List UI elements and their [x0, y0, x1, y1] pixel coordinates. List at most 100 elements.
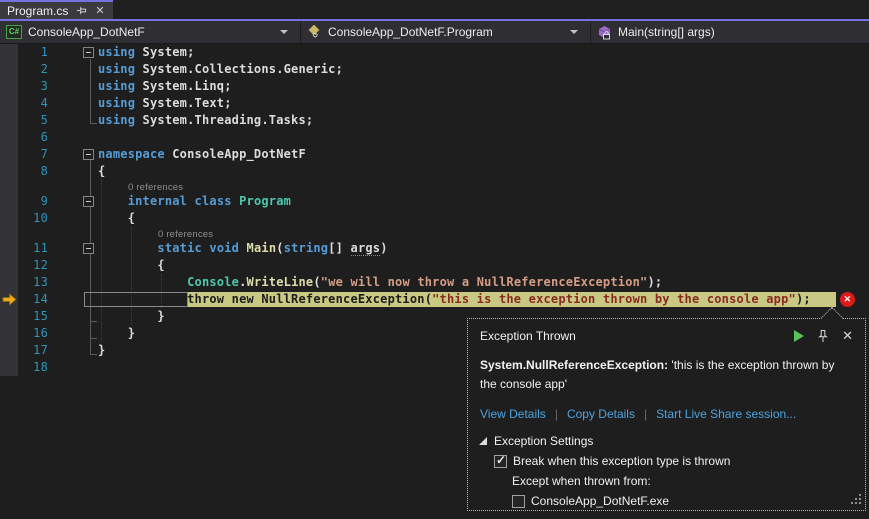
exception-settings-label: Exception Settings — [494, 434, 593, 448]
vs-editor-window: Program.cs ✕ C# ConsoleApp_DotNetF — [0, 0, 869, 519]
resize-grip[interactable] — [849, 492, 862, 508]
chevron-down-icon[interactable] — [570, 30, 578, 34]
line-number: 8 — [18, 163, 57, 180]
breakpoint-margin[interactable] — [0, 359, 18, 376]
exception-action-link[interactable]: Start Live Share session... — [656, 407, 796, 421]
fold-toggle-icon[interactable] — [83, 196, 94, 207]
breakpoint-margin[interactable] — [0, 210, 18, 227]
code-line-2[interactable]: 2using System.Collections.Generic; — [0, 61, 869, 78]
line-number: 9 — [18, 193, 57, 210]
breakpoint-margin[interactable] — [0, 342, 18, 359]
line-number: 14 — [18, 291, 57, 308]
tab-strip: Program.cs ✕ — [0, 0, 869, 19]
exception-action-links: View Details|Copy Details|Start Live Sha… — [468, 394, 865, 421]
tab-title: Program.cs — [7, 4, 68, 18]
fold-toggle-icon[interactable] — [83, 47, 94, 58]
tab-program-cs[interactable]: Program.cs ✕ — [0, 0, 113, 19]
breakpoint-margin[interactable] — [0, 146, 18, 163]
code-line-8[interactable]: 8{ — [0, 163, 869, 180]
line-number: 7 — [18, 146, 57, 163]
line-number: 15 — [18, 308, 57, 325]
module-label: ConsoleApp_DotNetF.exe — [531, 494, 669, 508]
breakpoint-margin[interactable] — [0, 180, 18, 193]
line-number: 10 — [18, 210, 57, 227]
type-dropdown[interactable]: ConsoleApp_DotNetF.Program — [301, 21, 591, 43]
close-popup-icon[interactable]: ✕ — [842, 328, 853, 344]
except-when-thrown-label: Except when thrown from: — [468, 474, 865, 488]
line-number: 16 — [18, 325, 57, 342]
line-number: 6 — [18, 129, 57, 146]
code-line-3[interactable]: 3using System.Linq; — [0, 78, 869, 95]
breakpoint-margin[interactable] — [0, 274, 18, 291]
line-number: 17 — [18, 342, 57, 359]
breakpoint-margin[interactable] — [0, 257, 18, 274]
code-line-4[interactable]: 4using System.Text; — [0, 95, 869, 112]
popup-title: Exception Thrown — [480, 329, 794, 343]
code-line-11[interactable]: 11 static void Main(string[] args) — [0, 240, 869, 257]
breakpoint-margin[interactable] — [0, 325, 18, 342]
pin-popup-icon[interactable] — [817, 329, 829, 343]
exception-type-text: System.NullReferenceException: — [480, 358, 668, 372]
exception-settings-links: Open Exception Settings|Edit Conditions — [468, 508, 865, 519]
breakpoint-margin[interactable] — [0, 227, 18, 240]
breakpoint-margin[interactable] — [0, 95, 18, 112]
csharp-project-icon: C# — [6, 25, 22, 39]
line-number: 2 — [18, 61, 57, 78]
exception-thrown-popup: Exception Thrown ✕ System.NullReferenceE… — [467, 318, 866, 511]
method-private-icon — [597, 25, 612, 40]
exception-message: System.NullReferenceException: 'this is … — [468, 344, 860, 394]
link-separator: | — [546, 407, 567, 421]
code-line-10[interactable]: 10 { — [0, 210, 869, 227]
type-dropdown-label: ConsoleApp_DotNetF.Program — [328, 25, 564, 39]
breakpoint-margin[interactable] — [0, 193, 18, 210]
breakpoint-margin[interactable] — [0, 78, 18, 95]
breakpoint-margin[interactable] — [0, 163, 18, 180]
member-dropdown[interactable]: Main(string[] args) — [591, 21, 869, 43]
navigation-bar: C# ConsoleApp_DotNetF ConsoleApp_DotNetF… — [0, 21, 869, 44]
code-line-6[interactable]: 6 — [0, 129, 869, 146]
code-line-9[interactable]: 9 internal class Program — [0, 193, 869, 210]
module-exclude-checkbox[interactable] — [512, 495, 525, 508]
expander-expanded-icon[interactable] — [479, 437, 487, 445]
line-number: 11 — [18, 240, 57, 257]
code-line-7[interactable]: 7namespace ConsoleApp_DotNetF — [0, 146, 869, 163]
line-number: 4 — [18, 95, 57, 112]
break-when-thrown-checkbox[interactable] — [494, 455, 507, 468]
codelens-row: 0 references — [0, 180, 869, 193]
break-when-thrown-label: Break when this exception type is thrown — [513, 454, 730, 468]
breakpoint-margin[interactable] — [0, 240, 18, 257]
close-tab-icon[interactable]: ✕ — [95, 4, 104, 17]
breakpoint-margin[interactable] — [0, 44, 18, 61]
code-line-13[interactable]: 13 Console.WriteLine("we will now throw … — [0, 274, 869, 291]
line-number: 12 — [18, 257, 57, 274]
code-line-5[interactable]: 5using System.Threading.Tasks; — [0, 112, 869, 129]
member-dropdown-label: Main(string[] args) — [618, 25, 863, 39]
class-icon — [307, 25, 322, 40]
chevron-down-icon[interactable] — [280, 30, 288, 34]
fold-toggle-icon[interactable] — [83, 149, 94, 160]
line-number: 1 — [18, 44, 57, 61]
line-number: 13 — [18, 274, 57, 291]
breakpoint-margin[interactable] — [0, 308, 18, 325]
exception-settings-section[interactable]: Exception Settings — [468, 421, 865, 448]
breakpoint-margin[interactable] — [0, 61, 18, 78]
code-line-14[interactable]: 14 throw new NullReferenceException("thi… — [0, 291, 869, 308]
codelens-row: 0 references — [0, 227, 869, 240]
breakpoint-margin[interactable] — [0, 112, 18, 129]
breakpoint-margin[interactable] — [0, 129, 18, 146]
exception-action-link[interactable]: Copy Details — [567, 407, 635, 421]
exception-action-link[interactable]: View Details — [480, 407, 546, 421]
fold-toggle-icon[interactable] — [83, 243, 94, 254]
continue-execution-icon[interactable] — [794, 330, 804, 342]
current-statement-arrow-icon — [2, 293, 17, 309]
project-dropdown[interactable]: C# ConsoleApp_DotNetF — [0, 21, 301, 43]
project-dropdown-label: ConsoleApp_DotNetF — [28, 25, 274, 39]
code-line-12[interactable]: 12 { — [0, 257, 869, 274]
exception-error-icon[interactable]: ✕ — [840, 292, 855, 307]
link-separator: | — [635, 407, 656, 421]
pin-tab-icon[interactable] — [76, 5, 87, 16]
code-line-1[interactable]: 1using System; — [0, 44, 869, 61]
line-number: 5 — [18, 112, 57, 129]
line-number: 18 — [18, 359, 57, 376]
line-number: 3 — [18, 78, 57, 95]
